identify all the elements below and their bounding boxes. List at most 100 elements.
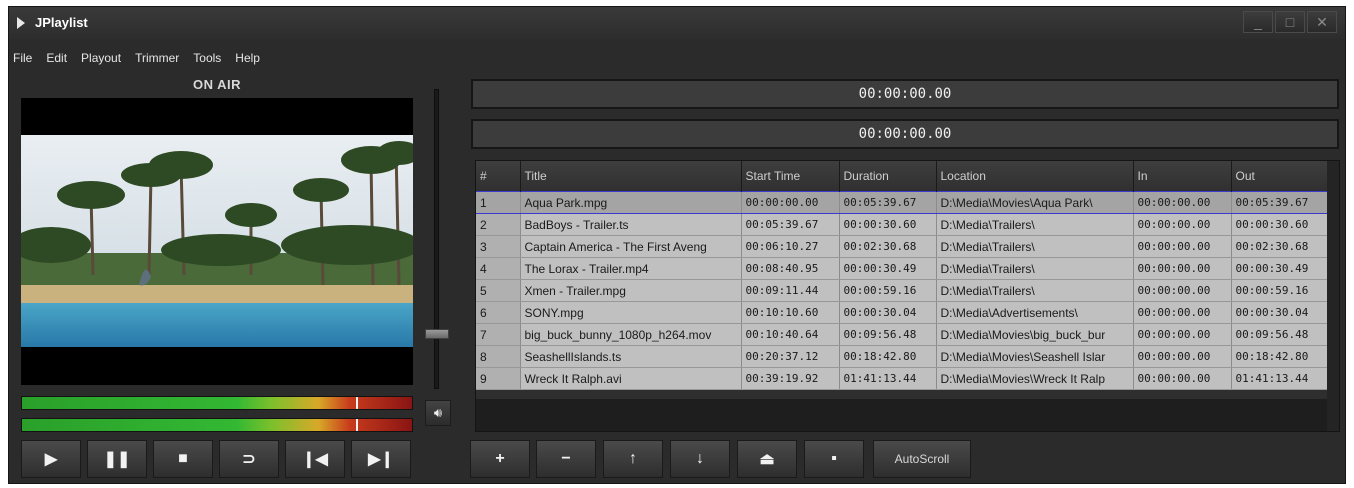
cell-start-time: 00:05:39.67 <box>741 213 840 236</box>
move-down-button[interactable]: ↓ <box>670 440 730 478</box>
cell-location: D:\Media\Movies\Aqua Park\ <box>936 191 1134 214</box>
cell-in: 00:00:00.00 <box>1133 279 1232 302</box>
cell-out: 00:02:30.68 <box>1231 235 1330 258</box>
empty-cell <box>476 389 521 399</box>
cell-location: D:\Media\Trailers\ <box>936 279 1134 302</box>
previous-icon: ❙◀ <box>302 451 328 468</box>
cell-duration: 00:00:59.16 <box>839 279 937 302</box>
cell-location: D:\Media\Movies\Wreck It Ralp <box>936 367 1134 390</box>
playlist-row[interactable]: 6 SONY.mpg 00:10:10.60 00:00:30.04 D:\Media\… <box>476 301 1330 324</box>
cell-title: SONY.mpg <box>520 301 742 324</box>
volume-icon[interactable]: 🔊︎ <box>425 400 451 426</box>
cell-number: 4 <box>476 257 521 280</box>
menu-file[interactable]: File <box>13 51 32 65</box>
eject-button[interactable]: ⏏ <box>737 440 797 478</box>
play-icon: ▶ <box>44 451 58 468</box>
loop-button[interactable]: ⊃ <box>219 440 279 478</box>
remove-item-button[interactable]: − <box>536 440 596 478</box>
column-start-time[interactable]: Start Time <box>741 161 840 192</box>
volume-slider-thumb[interactable] <box>425 329 449 339</box>
menu-help[interactable]: Help <box>235 51 260 65</box>
column-duration[interactable]: Duration <box>839 161 937 192</box>
previous-button[interactable]: ❙◀ <box>285 440 345 478</box>
close-button[interactable]: ✕ <box>1307 11 1337 33</box>
empty-cell <box>1133 389 1232 399</box>
column-location[interactable]: Location <box>936 161 1134 192</box>
cell-in: 00:00:00.00 <box>1133 213 1232 236</box>
cell-duration: 00:02:30.68 <box>839 235 937 258</box>
eject-icon: ⏏ <box>759 451 775 468</box>
volume-slider-track[interactable] <box>434 89 439 389</box>
cell-duration: 00:09:56.48 <box>839 323 937 346</box>
pause-icon: ❚❚ <box>103 451 131 468</box>
arrow-down-icon: ↓ <box>696 450 704 467</box>
menu-tools[interactable]: Tools <box>193 51 221 65</box>
cell-duration: 00:00:30.60 <box>839 213 937 236</box>
cell-number: 7 <box>476 323 521 346</box>
playlist-row[interactable]: 1 Aqua Park.mpg 00:00:00.00 00:05:39.67 D:\M… <box>476 191 1330 214</box>
cell-in: 00:00:00.00 <box>1133 235 1232 258</box>
cell-duration: 00:18:42.80 <box>839 345 937 368</box>
play-button[interactable]: ▶ <box>21 440 81 478</box>
add-item-button[interactable]: + <box>470 440 530 478</box>
cell-title: big_buck_bunny_1080p_h264.mov <box>520 323 742 346</box>
next-icon: ▶❙ <box>368 451 394 468</box>
audio-meter-left-peak <box>356 397 358 409</box>
cell-start-time: 00:06:10.27 <box>741 235 840 258</box>
cell-title: Aqua Park.mpg <box>520 191 742 214</box>
cell-title: Xmen - Trailer.mpg <box>520 279 742 302</box>
menu-edit[interactable]: Edit <box>46 51 67 65</box>
app-window: JPlaylist _ □ ✕ File Edit Playout Trimme… <box>8 6 1346 484</box>
playlist-row[interactable]: 5 Xmen - Trailer.mpg 00:09:11.44 00:00:59.1… <box>476 279 1330 302</box>
save-icon: ▪ <box>831 450 837 467</box>
cell-out: 00:09:56.48 <box>1231 323 1330 346</box>
cell-number: 3 <box>476 235 521 258</box>
playlist-row[interactable]: 8 SeashellIslands.ts 00:20:37.12 00:18:42.8… <box>476 345 1330 368</box>
move-up-button[interactable]: ↑ <box>603 440 663 478</box>
playlist-row[interactable]: 9 Wreck It Ralph.avi 00:39:19.92 01:41:13.4… <box>476 367 1330 390</box>
column-title[interactable]: Title <box>520 161 742 192</box>
cell-title: BadBoys - Trailer.ts <box>520 213 742 236</box>
save-playlist-button[interactable]: ▪ <box>804 440 864 478</box>
column-number[interactable]: # <box>476 161 521 192</box>
cell-in: 00:00:00.00 <box>1133 301 1232 324</box>
cell-number: 1 <box>476 191 521 214</box>
cell-number: 2 <box>476 213 521 236</box>
playlist-scrollbar[interactable] <box>1327 161 1339 431</box>
playlist-row[interactable]: 7 big_buck_bunny_1080p_h264.mov 00:10:40.6… <box>476 323 1330 346</box>
cell-duration: 00:00:30.49 <box>839 257 937 280</box>
cell-out: 00:00:30.49 <box>1231 257 1330 280</box>
cell-location: D:\Media\Trailers\ <box>936 257 1134 280</box>
stop-icon: ■ <box>178 450 188 467</box>
cell-out: 00:00:30.60 <box>1231 213 1330 236</box>
playlist-row[interactable]: 3 Captain America - The First Aveng 00:06:… <box>476 235 1330 258</box>
cell-out: 01:41:13.44 <box>1231 367 1330 390</box>
cell-location: D:\Media\Trailers\ <box>936 235 1134 258</box>
menu-trimmer[interactable]: Trimmer <box>135 51 179 65</box>
menu-playout[interactable]: Playout <box>81 51 121 65</box>
cell-number: 5 <box>476 279 521 302</box>
playlist-row[interactable]: 4 The Lorax - Trailer.mp4 00:08:40.95 00:00… <box>476 257 1330 280</box>
playlist-empty-row <box>476 389 1330 399</box>
audio-meter-left <box>21 396 413 410</box>
cell-start-time: 00:10:40.64 <box>741 323 840 346</box>
cell-out: 00:00:59.16 <box>1231 279 1330 302</box>
next-button[interactable]: ▶❙ <box>351 440 411 478</box>
minus-icon: − <box>561 450 571 467</box>
cell-location: D:\Media\Advertisements\ <box>936 301 1134 324</box>
maximize-button[interactable]: □ <box>1275 11 1305 33</box>
cell-title: SeashellIslands.ts <box>520 345 742 368</box>
stop-button[interactable]: ■ <box>153 440 213 478</box>
playlist-row[interactable]: 2 BadBoys - Trailer.ts 00:05:39.67 00:00:30… <box>476 213 1330 236</box>
cell-start-time: 00:10:10.60 <box>741 301 840 324</box>
cell-in: 00:00:00.00 <box>1133 191 1232 214</box>
column-out[interactable]: Out <box>1231 161 1330 192</box>
cell-in: 00:00:00.00 <box>1133 345 1232 368</box>
cell-in: 00:00:00.00 <box>1133 257 1232 280</box>
pause-button[interactable]: ❚❚ <box>87 440 147 478</box>
title-bar[interactable]: JPlaylist _ □ ✕ <box>9 7 1345 39</box>
window-controls: _ □ ✕ <box>1241 11 1337 33</box>
column-in[interactable]: In <box>1133 161 1232 192</box>
minimize-button[interactable]: _ <box>1243 11 1273 33</box>
autoscroll-button[interactable]: AutoScroll <box>873 440 971 478</box>
